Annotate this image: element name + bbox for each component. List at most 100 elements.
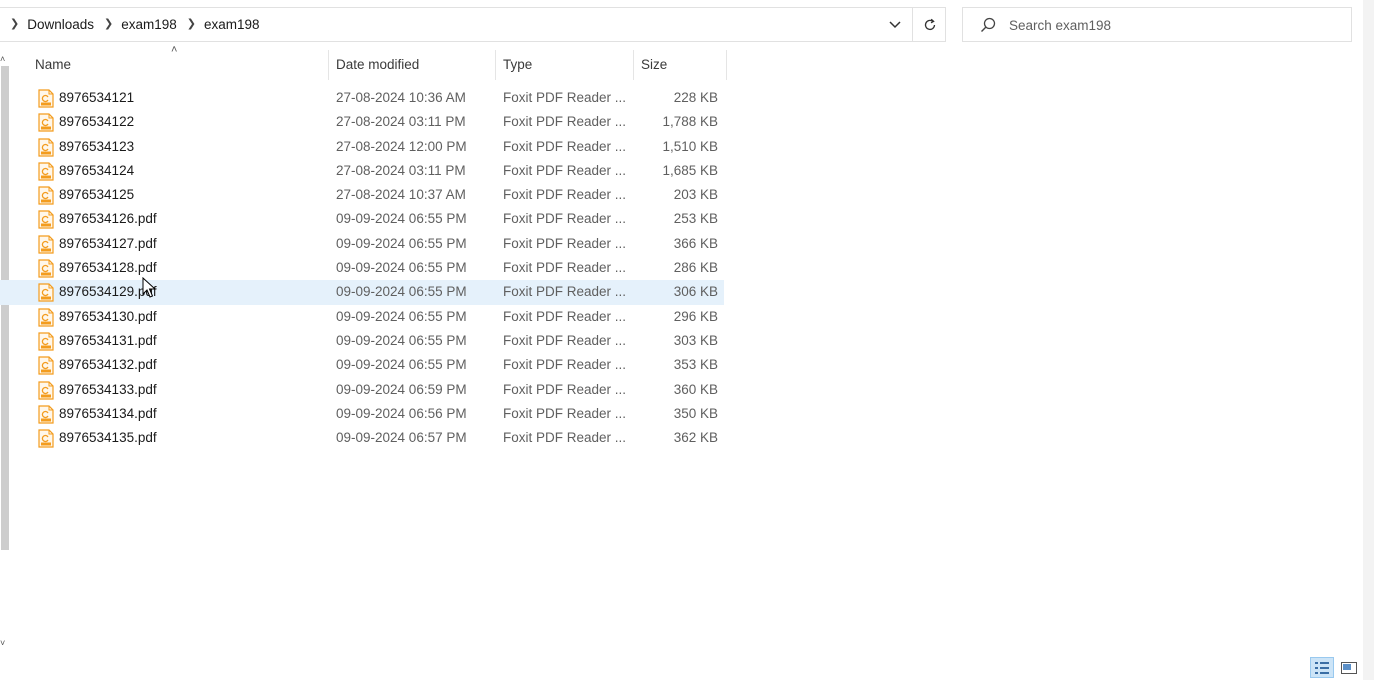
details-view-icon — [1315, 661, 1329, 674]
file-type: Foxit PDF Reader ... — [503, 114, 627, 130]
file-date-modified: 09-09-2024 06:55 PM — [336, 308, 467, 324]
chevron-right-icon[interactable]: ❯ — [187, 19, 196, 30]
file-type: Foxit PDF Reader ... — [503, 332, 627, 348]
file-row[interactable]: 8976534121 27-08-2024 10:36 AM Foxit PDF R… — [0, 86, 724, 110]
file-size: 203 KB — [673, 187, 718, 203]
file-type: Foxit PDF Reader ... — [503, 357, 627, 373]
mouse-cursor-icon — [142, 277, 157, 298]
file-type: Foxit PDF Reader ... — [503, 284, 627, 300]
file-type: Foxit PDF Reader ... — [503, 162, 627, 178]
file-type: Foxit PDF Reader ... — [503, 405, 627, 421]
pdf-file-icon — [38, 186, 54, 205]
pdf-file-icon — [38, 308, 54, 327]
file-row[interactable]: 8976534132.pdf 09-09-2024 06:55 PM Foxit P… — [0, 353, 724, 377]
file-name: 8976534121 — [59, 90, 135, 105]
file-size: 286 KB — [673, 260, 718, 276]
file-date-modified: 09-09-2024 06:55 PM — [336, 332, 467, 348]
file-row[interactable]: 8976534130.pdf 09-09-2024 06:55 PM Foxit P… — [0, 305, 724, 329]
file-row[interactable]: 8976534135.pdf 09-09-2024 06:57 PM Foxit P… — [0, 426, 724, 450]
pdf-file-icon — [38, 137, 54, 157]
file-row[interactable]: 8976534128.pdf 09-09-2024 06:55 PM Foxit P… — [0, 256, 724, 280]
file-name: 8976534133.pdf — [59, 381, 157, 397]
file-date-modified: 09-09-2024 06:55 PM — [336, 284, 467, 300]
file-date-modified: 27-08-2024 10:36 AM — [336, 90, 466, 105]
file-name: 8976534127.pdf — [59, 235, 157, 251]
file-size: 362 KB — [673, 430, 718, 446]
file-date-modified: 09-09-2024 06:55 PM — [336, 357, 467, 373]
search-box[interactable] — [962, 7, 1352, 42]
details-view-button[interactable] — [1310, 657, 1334, 678]
pdf-file-icon — [38, 89, 54, 108]
chevron-right-icon[interactable]: ❯ — [104, 19, 113, 30]
refresh-button[interactable] — [918, 13, 942, 37]
file-row[interactable]: 8976534134.pdf 09-09-2024 06:56 PM Foxit P… — [0, 402, 724, 426]
file-row[interactable]: 8976534122 27-08-2024 03:11 PM Foxit PDF R… — [0, 110, 724, 134]
file-date-modified: 09-09-2024 06:55 PM — [336, 235, 467, 251]
file-size: 1,685 KB — [662, 162, 718, 178]
file-type: Foxit PDF Reader ... — [503, 430, 627, 446]
breadcrumb-item[interactable]: Downloads — [27, 17, 94, 32]
file-size: 303 KB — [673, 332, 718, 348]
file-row[interactable]: 8976534124 27-08-2024 03:11 PM Foxit PDF R… — [0, 159, 724, 183]
file-date-modified: 27-08-2024 10:37 AM — [336, 187, 466, 203]
column-header-date-modified[interactable]: Date modified — [329, 50, 496, 80]
search-input[interactable] — [1009, 14, 1339, 36]
column-header-size[interactable]: Size — [634, 50, 727, 80]
pdf-file-icon — [38, 162, 54, 181]
address-bar[interactable]: ❯ Downloads ❯ exam198 ❯ exam198 — [0, 7, 946, 42]
file-name: 8976534134.pdf — [59, 405, 157, 421]
file-size: 228 KB — [673, 90, 718, 105]
file-type: Foxit PDF Reader ... — [503, 90, 627, 105]
pdf-file-icon — [38, 259, 54, 278]
file-row[interactable]: 8976534123 27-08-2024 12:00 PM Foxit PDF R… — [0, 135, 724, 159]
address-dropdown-button[interactable] — [884, 15, 906, 35]
chevron-right-icon[interactable]: ❯ — [10, 19, 19, 30]
file-size: 353 KB — [673, 357, 718, 373]
file-date-modified: 09-09-2024 06:59 PM — [336, 381, 467, 397]
breadcrumb-item[interactable]: exam198 — [121, 17, 177, 32]
file-type: Foxit PDF Reader ... — [503, 138, 627, 154]
file-name: 8976534124 — [59, 162, 135, 178]
pdf-file-icon — [38, 429, 54, 448]
file-name: 8976534131.pdf — [59, 332, 157, 348]
file-row[interactable]: 8976534127.pdf 09-09-2024 06:55 PM Foxit P… — [0, 232, 724, 256]
file-date-modified: 09-09-2024 06:55 PM — [336, 211, 467, 227]
file-name: 8976534130.pdf — [59, 308, 157, 324]
file-name: 8976534135.pdf — [59, 430, 157, 446]
scroll-down-icon[interactable]: ˅ — [0, 638, 5, 648]
refresh-icon — [924, 18, 936, 31]
file-row[interactable]: 8976534126.pdf 09-09-2024 06:55 PM Foxit P… — [0, 207, 724, 231]
pdf-file-icon — [38, 332, 54, 351]
file-row[interactable]: 8976534133.pdf 09-09-2024 06:59 PM Foxit P… — [0, 378, 724, 402]
scroll-up-icon[interactable]: ˄ — [0, 54, 5, 64]
pdf-file-icon — [38, 283, 54, 302]
file-size: 253 KB — [673, 211, 718, 227]
file-type: Foxit PDF Reader ... — [503, 235, 627, 251]
large-icons-view-button[interactable] — [1337, 657, 1361, 678]
column-header-type[interactable]: Type — [496, 50, 634, 80]
file-size: 350 KB — [673, 405, 718, 421]
file-date-modified: 09-09-2024 06:55 PM — [336, 260, 467, 276]
window-edge — [1363, 0, 1374, 680]
file-size: 296 KB — [673, 308, 718, 324]
file-type: Foxit PDF Reader ... — [503, 211, 627, 227]
file-size: 1,788 KB — [662, 114, 718, 130]
file-size: 1,510 KB — [662, 138, 718, 154]
breadcrumb: ❯ Downloads ❯ exam198 ❯ exam198 — [0, 8, 260, 41]
breadcrumb-item[interactable]: exam198 — [204, 17, 260, 32]
file-date-modified: 09-09-2024 06:57 PM — [336, 430, 467, 446]
file-row[interactable]: 8976534129.pdf 09-09-2024 06:55 PM Foxit P… — [0, 280, 724, 305]
file-row[interactable]: 8976534125 27-08-2024 10:37 AM Foxit PDF R… — [0, 183, 724, 207]
file-row[interactable]: 8976534131.pdf 09-09-2024 06:55 PM Foxit P… — [0, 329, 724, 353]
column-headers: ˄ Name Date modified Type Size — [11, 44, 727, 80]
file-name: 8976534123 — [59, 138, 135, 154]
pdf-file-icon — [38, 405, 54, 424]
pdf-file-icon — [38, 356, 54, 375]
file-date-modified: 27-08-2024 03:11 PM — [336, 162, 466, 178]
file-type: Foxit PDF Reader ... — [503, 187, 627, 203]
pdf-file-icon — [38, 210, 54, 230]
file-size: 306 KB — [673, 284, 718, 300]
column-header-name[interactable]: Name — [11, 50, 329, 80]
file-type: Foxit PDF Reader ... — [503, 260, 627, 276]
file-date-modified: 09-09-2024 06:56 PM — [336, 405, 467, 421]
